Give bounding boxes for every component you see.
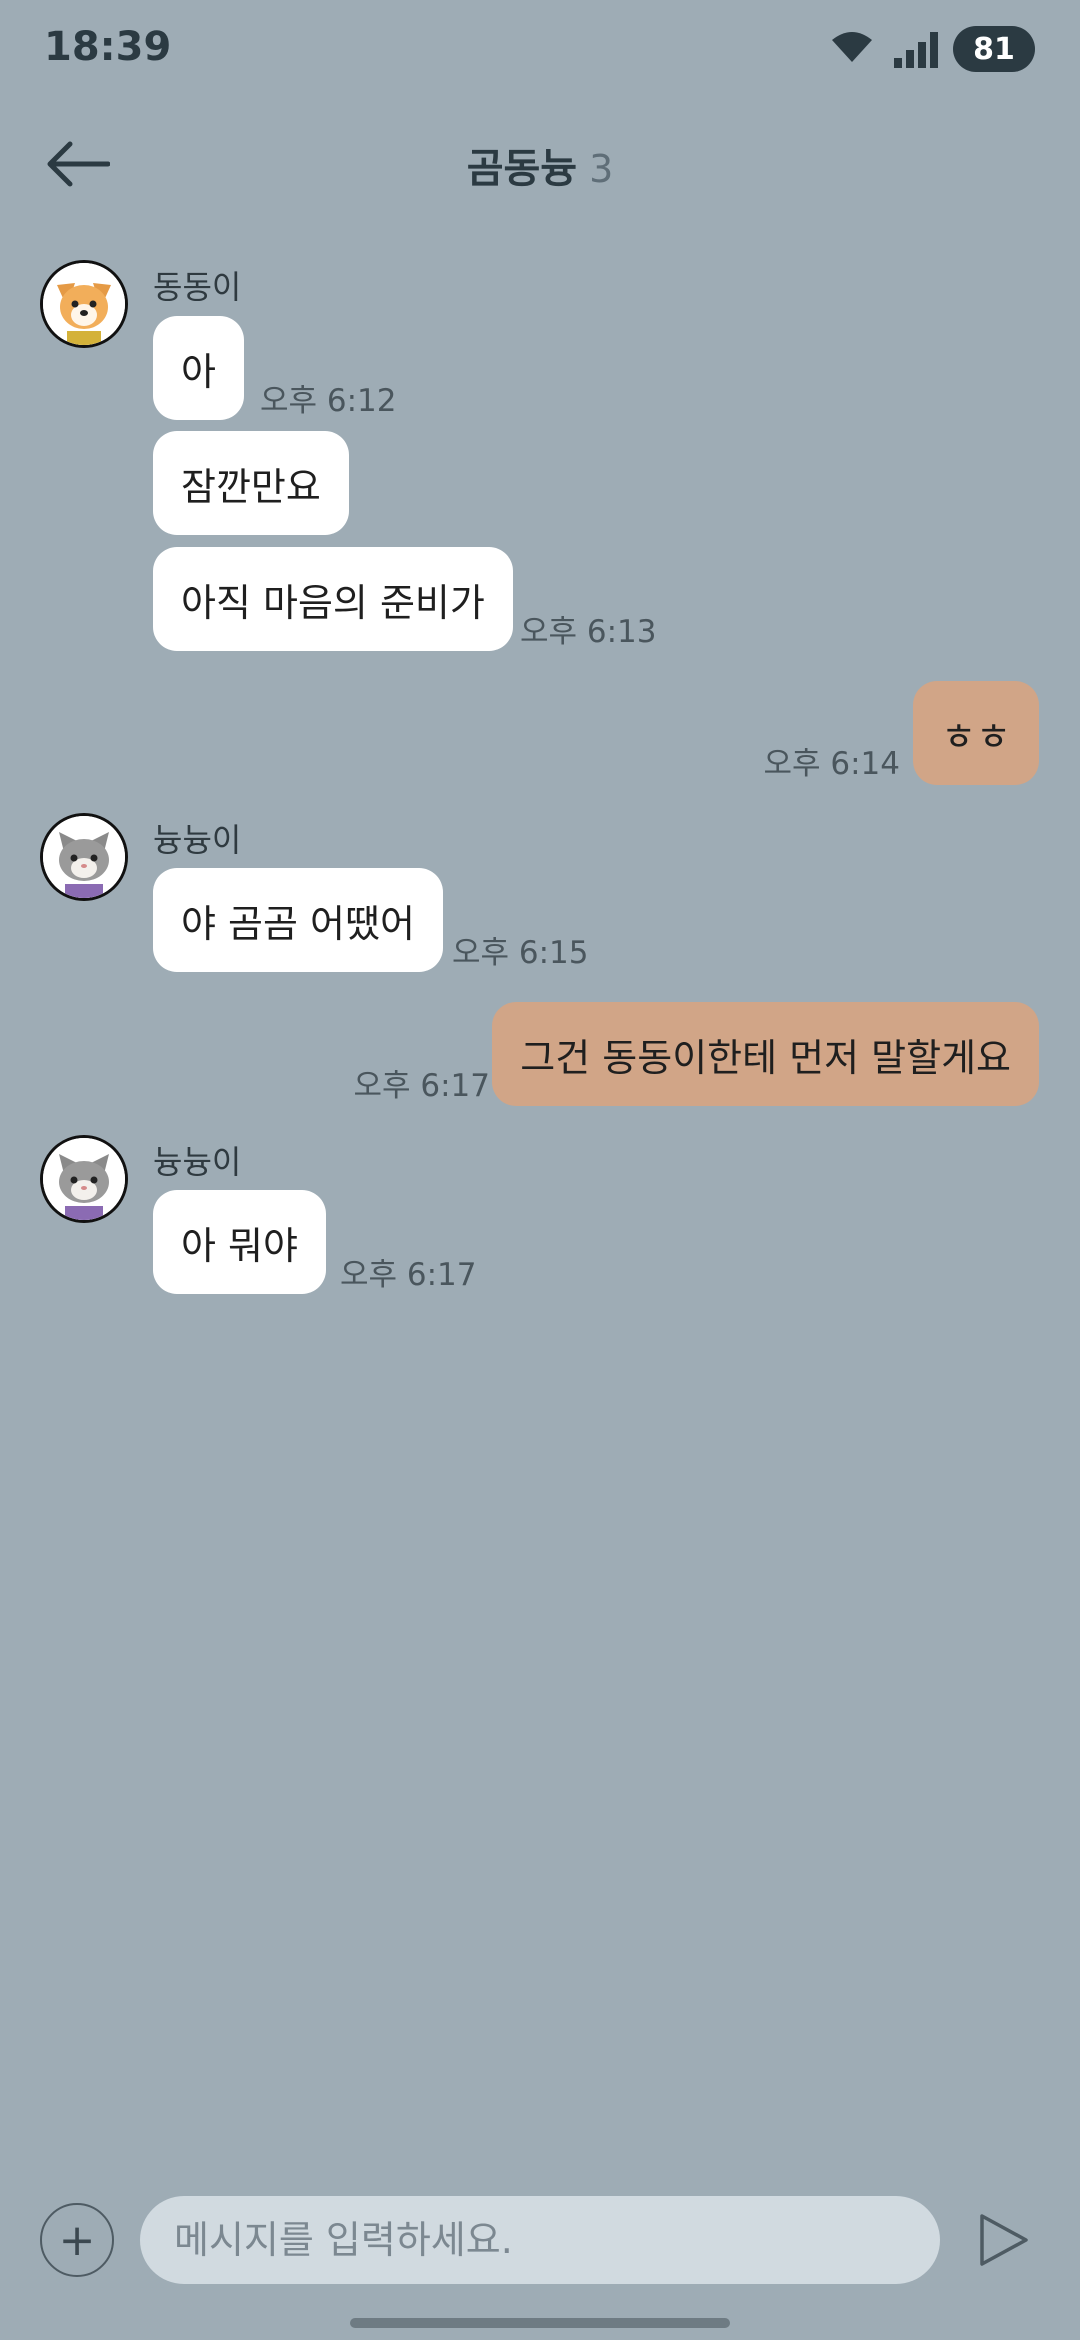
sender-name: 늉늉이 <box>153 1143 242 1181</box>
incoming-message[interactable]: 아 뭐야 <box>153 1190 326 1294</box>
incoming-message[interactable]: 아직 마음의 준비가 <box>153 547 513 651</box>
plus-label: + <box>58 2214 96 2266</box>
title-wrap: 곰동늉 3 <box>0 136 1080 194</box>
chat-room-title: 곰동늉 <box>466 146 578 192</box>
battery-icon: 81 <box>953 26 1035 72</box>
battery-level: 81 <box>973 31 1015 67</box>
message-time: 오후 6:14 <box>763 746 900 782</box>
message-time: 오후 6:15 <box>452 935 589 971</box>
wifi-icon <box>832 32 872 62</box>
message-time: 오후 6:12 <box>260 383 397 419</box>
incoming-message[interactable]: 야 곰곰 어땠어 <box>153 868 443 972</box>
incoming-message[interactable]: 아 <box>153 316 244 420</box>
message-input-bar: + <box>0 2180 1080 2300</box>
signal-icon <box>894 32 938 68</box>
sender-name: 늉늉이 <box>153 821 242 859</box>
home-indicator <box>350 2318 730 2328</box>
message-time: 오후 6:17 <box>353 1068 490 1104</box>
outgoing-message[interactable]: ㅎㅎ <box>913 681 1039 785</box>
cat-avatar[interactable] <box>40 1135 128 1223</box>
outgoing-message[interactable]: 그건 동동이한테 먼저 말할게요 <box>492 1002 1039 1106</box>
status-bar: 18:39 81 <box>0 0 1080 100</box>
plus-icon[interactable]: + <box>40 2203 114 2277</box>
status-time: 18:39 <box>44 24 172 70</box>
cat-avatar[interactable] <box>40 813 128 901</box>
chat-header: 곰동늉 3 <box>0 112 1080 216</box>
send-icon[interactable] <box>976 2210 1032 2270</box>
sender-name: 동동이 <box>153 268 242 306</box>
dog-avatar[interactable] <box>40 260 128 348</box>
message-time: 오후 6:13 <box>520 614 657 650</box>
member-count: 3 <box>589 147 614 191</box>
incoming-message[interactable]: 잠깐만요 <box>153 431 349 535</box>
message-input[interactable] <box>140 2196 940 2284</box>
message-time: 오후 6:17 <box>340 1257 477 1293</box>
